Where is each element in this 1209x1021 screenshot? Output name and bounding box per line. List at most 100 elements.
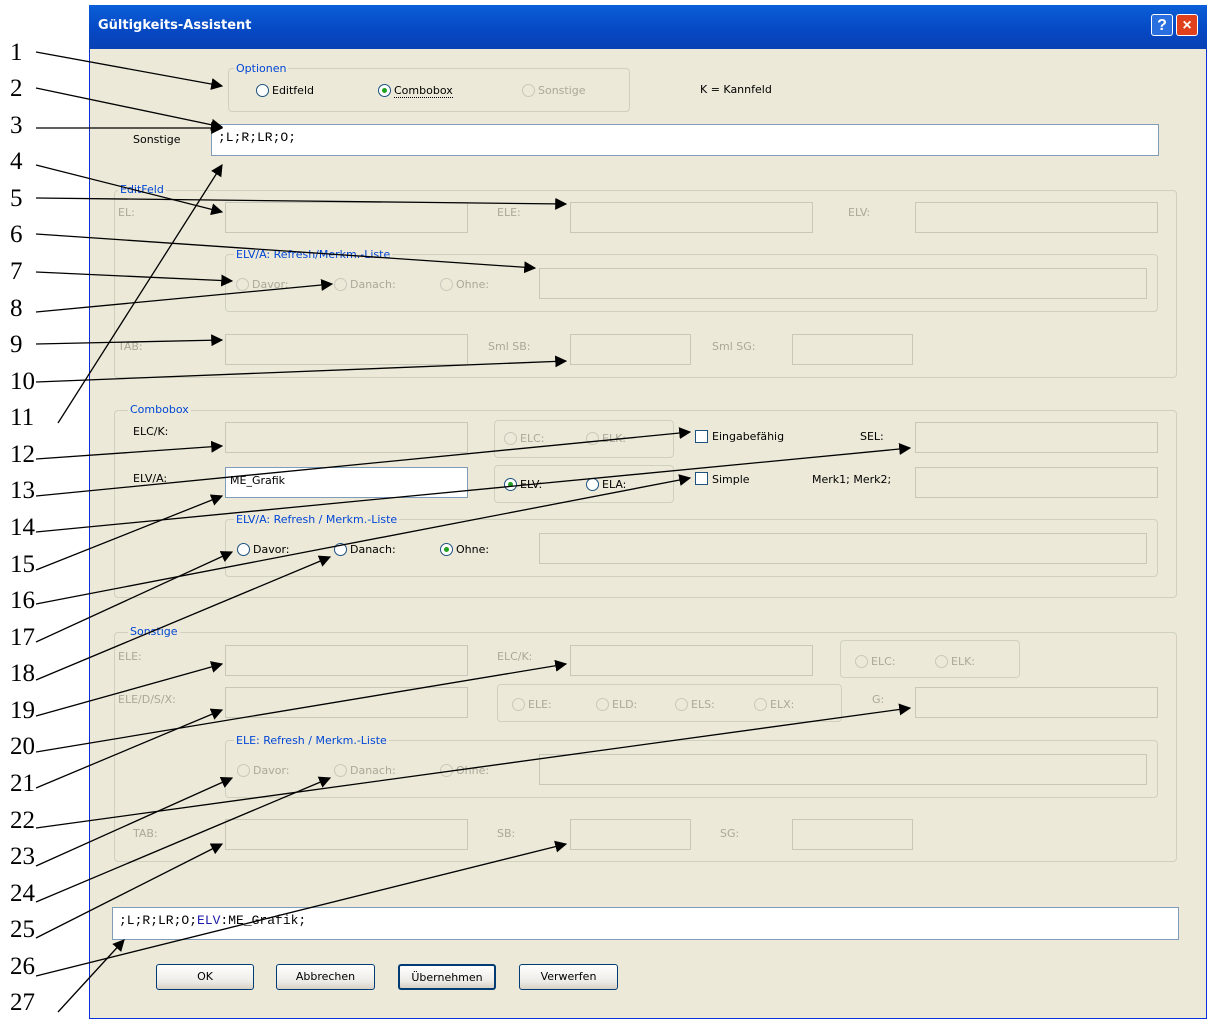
sel-label: SEL:: [860, 430, 884, 443]
g-label: G:: [872, 693, 885, 706]
callout-number: 5: [10, 185, 23, 212]
sg-input[interactable]: [792, 819, 913, 850]
sonstige-elck-label: ELC/K:: [497, 650, 533, 663]
elck-input[interactable]: [225, 422, 468, 453]
elk-radio[interactable]: [586, 432, 599, 445]
callout-number: 9: [10, 331, 23, 358]
callout-number: 24: [10, 880, 35, 907]
optionen-title: Optionen: [234, 62, 289, 75]
window-title: Gültigkeits-Assistent: [98, 18, 252, 33]
ele-label: ELE:: [497, 206, 521, 219]
sonstige-ohne-radio[interactable]: [440, 764, 453, 777]
el-label: EL:: [118, 206, 135, 219]
elx-radio[interactable]: [754, 698, 767, 711]
callout-number: 26: [10, 953, 35, 980]
editfeld-davor-label: Davor:: [252, 278, 289, 291]
combobox-danach-label: Danach:: [350, 543, 396, 556]
combobox-danach-radio[interactable]: [334, 543, 347, 556]
sonstige-input[interactable]: ;L;R;LR;O;: [211, 124, 1159, 156]
sonstige-tab-label: TAB:: [133, 827, 158, 840]
editfeld-title: EditFeld: [118, 183, 166, 196]
help-button[interactable]: ?: [1151, 14, 1173, 36]
sonstige-davor-radio[interactable]: [237, 764, 250, 777]
title-bar[interactable]: [89, 5, 1207, 49]
sonstige-label: Sonstige: [133, 133, 181, 146]
callout-number: 27: [10, 989, 35, 1016]
eld-radio[interactable]: [596, 698, 609, 711]
callout-number: 11: [10, 404, 35, 431]
elv-radio[interactable]: [504, 478, 517, 491]
combobox-ohne-radio[interactable]: [440, 543, 453, 556]
eingabefahig-checkbox[interactable]: [695, 430, 708, 443]
sonstige-radio-label: Sonstige: [538, 84, 586, 97]
callout-number: 10: [10, 368, 35, 395]
verwerfen-button[interactable]: Verwerfen: [519, 964, 618, 990]
callout-number: 2: [10, 75, 23, 102]
ele-input[interactable]: [570, 202, 813, 233]
combobox-davor-radio[interactable]: [237, 543, 250, 556]
sonstige-ele-input[interactable]: [225, 645, 468, 676]
sonstige-refresh-input[interactable]: [539, 754, 1147, 785]
els-label: ELS:: [691, 698, 715, 711]
sb-input[interactable]: [570, 819, 691, 850]
elc-label: ELC:: [520, 432, 545, 445]
abbrechen-button[interactable]: Abbrechen: [276, 964, 375, 990]
sonstige-elc-radio[interactable]: [855, 655, 868, 668]
combobox-ohne-label: Ohne:: [456, 543, 490, 556]
sonstige-radio[interactable]: [522, 84, 535, 97]
result-field[interactable]: ;L;R;LR;O;ELV:ME_Grafik;: [112, 907, 1179, 940]
combobox-refresh-input[interactable]: [539, 533, 1147, 564]
eld-label: ELD:: [612, 698, 638, 711]
smlsb-input[interactable]: [570, 334, 691, 365]
ela-label: ELA:: [602, 478, 627, 491]
combobox-radio-label: Combobox: [394, 84, 453, 98]
merk-label: Merk1; Merk2;: [812, 473, 892, 486]
editfeld-danach-radio[interactable]: [334, 278, 347, 291]
callout-number: 15: [10, 551, 35, 578]
callout-number: 13: [10, 477, 35, 504]
el-input[interactable]: [225, 202, 468, 233]
editfeld-refresh-input[interactable]: [539, 268, 1147, 299]
smlsg-label: Sml SG:: [712, 340, 756, 353]
sonstige-ele-radio[interactable]: [512, 698, 525, 711]
ela-radio[interactable]: [586, 478, 599, 491]
sonstige-elk-label: ELK:: [951, 655, 975, 668]
sonstige-danach-label: Danach:: [350, 764, 396, 777]
sonstige-elk-radio[interactable]: [935, 655, 948, 668]
elv-input[interactable]: [915, 202, 1158, 233]
editfeld-ohne-label: Ohne:: [456, 278, 490, 291]
tab-input[interactable]: [225, 334, 468, 365]
combobox-davor-label: Davor:: [253, 543, 290, 556]
editfeld-radio[interactable]: [256, 84, 269, 97]
sb-label: SB:: [497, 827, 516, 840]
editfeld-ohne-radio[interactable]: [440, 278, 453, 291]
editfeld-radio-label: Editfeld: [272, 84, 314, 97]
editfeld-davor-radio[interactable]: [236, 278, 249, 291]
combobox-radio[interactable]: [378, 84, 391, 97]
sonstige-davor-label: Davor:: [253, 764, 290, 777]
callout-number: 6: [10, 221, 23, 248]
elck-label: ELC/K:: [133, 425, 169, 438]
sel-input[interactable]: [915, 422, 1158, 453]
editfeld-refresh-title: ELV/A: Refresh/Merkm.-Liste: [234, 248, 393, 261]
ok-button[interactable]: OK: [156, 964, 254, 990]
sonstige-elck-input[interactable]: [570, 645, 813, 676]
simple-checkbox[interactable]: [695, 472, 708, 485]
ubernehmen-button[interactable]: Übernehmen: [398, 964, 496, 990]
sg-label: SG:: [720, 827, 740, 840]
close-button[interactable]: ×: [1176, 14, 1198, 36]
eledsx-label: ELE/D/S/X:: [118, 693, 176, 706]
sonstige-danach-radio[interactable]: [334, 764, 347, 777]
elc-radio[interactable]: [504, 432, 517, 445]
elva-input[interactable]: ME_Grafik: [225, 467, 468, 498]
eledsx-input[interactable]: [225, 687, 468, 718]
elx-label: ELX:: [770, 698, 795, 711]
g-input[interactable]: [915, 687, 1158, 718]
callout-number: 25: [10, 916, 35, 943]
els-radio[interactable]: [675, 698, 688, 711]
sonstige-tab-input[interactable]: [225, 819, 468, 850]
smlsg-input[interactable]: [792, 334, 913, 365]
callout-number: 23: [10, 843, 35, 870]
callout-number: 12: [10, 441, 35, 468]
merk-input[interactable]: [915, 467, 1158, 498]
